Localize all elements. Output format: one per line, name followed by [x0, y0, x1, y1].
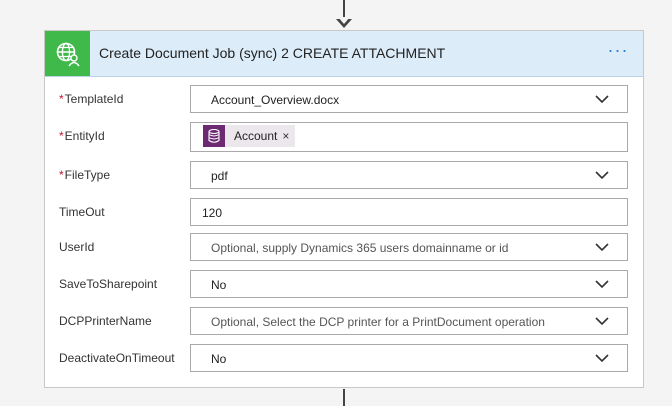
chevron-down-icon[interactable]	[595, 279, 609, 289]
field-entity-id: *EntityId Account ×	[45, 122, 643, 152]
entity-token[interactable]: Account ×	[203, 125, 296, 147]
globe-person-icon	[45, 31, 90, 76]
file-type-value: pdf	[211, 169, 228, 183]
database-icon	[203, 125, 225, 147]
field-label-entity-id: *EntityId	[59, 129, 105, 143]
field-label-dcp-printer-name: DCPPrinterName	[59, 314, 152, 328]
entity-id-input[interactable]: Account ×	[190, 122, 628, 152]
arrow-down-icon	[336, 17, 352, 28]
field-dcp-printer-name: DCPPrinterName Optional, Select the DCP …	[45, 307, 643, 337]
template-id-value: Account_Overview.docx	[211, 93, 340, 107]
field-save-to-sharepoint: SaveToSharepoint No	[45, 270, 643, 300]
template-id-dropdown[interactable]: Account_Overview.docx	[190, 85, 628, 113]
chevron-down-icon[interactable]	[595, 242, 609, 252]
entity-token-label: Account	[234, 129, 278, 143]
dcp-printer-name-dropdown[interactable]: Optional, Select the DCP printer for a P…	[190, 307, 628, 335]
close-icon[interactable]: ×	[282, 129, 289, 143]
field-label-timeout: TimeOut	[59, 205, 105, 219]
field-template-id: *TemplateId Account_Overview.docx	[45, 85, 643, 115]
field-label-file-type: *FileType	[59, 168, 111, 182]
save-to-sharepoint-value: No	[211, 278, 227, 292]
save-to-sharepoint-dropdown[interactable]: No	[190, 270, 628, 298]
field-timeout: TimeOut 120	[45, 198, 643, 228]
card-title: Create Document Job (sync) 2 CREATE ATTA…	[99, 45, 446, 61]
required-marker: *	[59, 129, 64, 143]
deactivate-on-timeout-dropdown[interactable]: No	[190, 344, 628, 372]
action-card: Create Document Job (sync) 2 CREATE ATTA…	[44, 30, 644, 388]
file-type-dropdown[interactable]: pdf	[190, 161, 628, 189]
deactivate-on-timeout-value: No	[211, 352, 227, 366]
timeout-input[interactable]: 120	[190, 198, 628, 226]
field-label-save-to-sharepoint: SaveToSharepoint	[59, 277, 158, 291]
field-label-user-id: UserId	[59, 240, 95, 254]
user-id-dropdown[interactable]: Optional, supply Dynamics 365 users doma…	[190, 233, 628, 261]
field-user-id: UserId Optional, supply Dynamics 365 use…	[45, 233, 643, 263]
timeout-value: 120	[202, 206, 223, 220]
chevron-down-icon[interactable]	[595, 316, 609, 326]
dcp-printer-name-placeholder: Optional, Select the DCP printer for a P…	[211, 315, 545, 329]
card-header[interactable]: Create Document Job (sync) 2 CREATE ATTA…	[45, 31, 643, 77]
required-marker: *	[59, 168, 64, 182]
flow-connector-bottom	[343, 389, 345, 406]
field-file-type: *FileType pdf	[45, 161, 643, 191]
field-label-template-id: *TemplateId	[59, 92, 124, 106]
chevron-down-icon[interactable]	[595, 353, 609, 363]
more-options-icon[interactable]: ···	[605, 41, 631, 65]
field-label-deactivate-on-timeout: DeactivateOnTimeout	[59, 351, 175, 365]
chevron-down-icon[interactable]	[595, 170, 609, 180]
user-id-placeholder: Optional, supply Dynamics 365 users doma…	[211, 241, 509, 255]
field-deactivate-on-timeout: DeactivateOnTimeout No	[45, 344, 643, 374]
required-marker: *	[59, 92, 64, 106]
chevron-down-icon[interactable]	[595, 94, 609, 104]
